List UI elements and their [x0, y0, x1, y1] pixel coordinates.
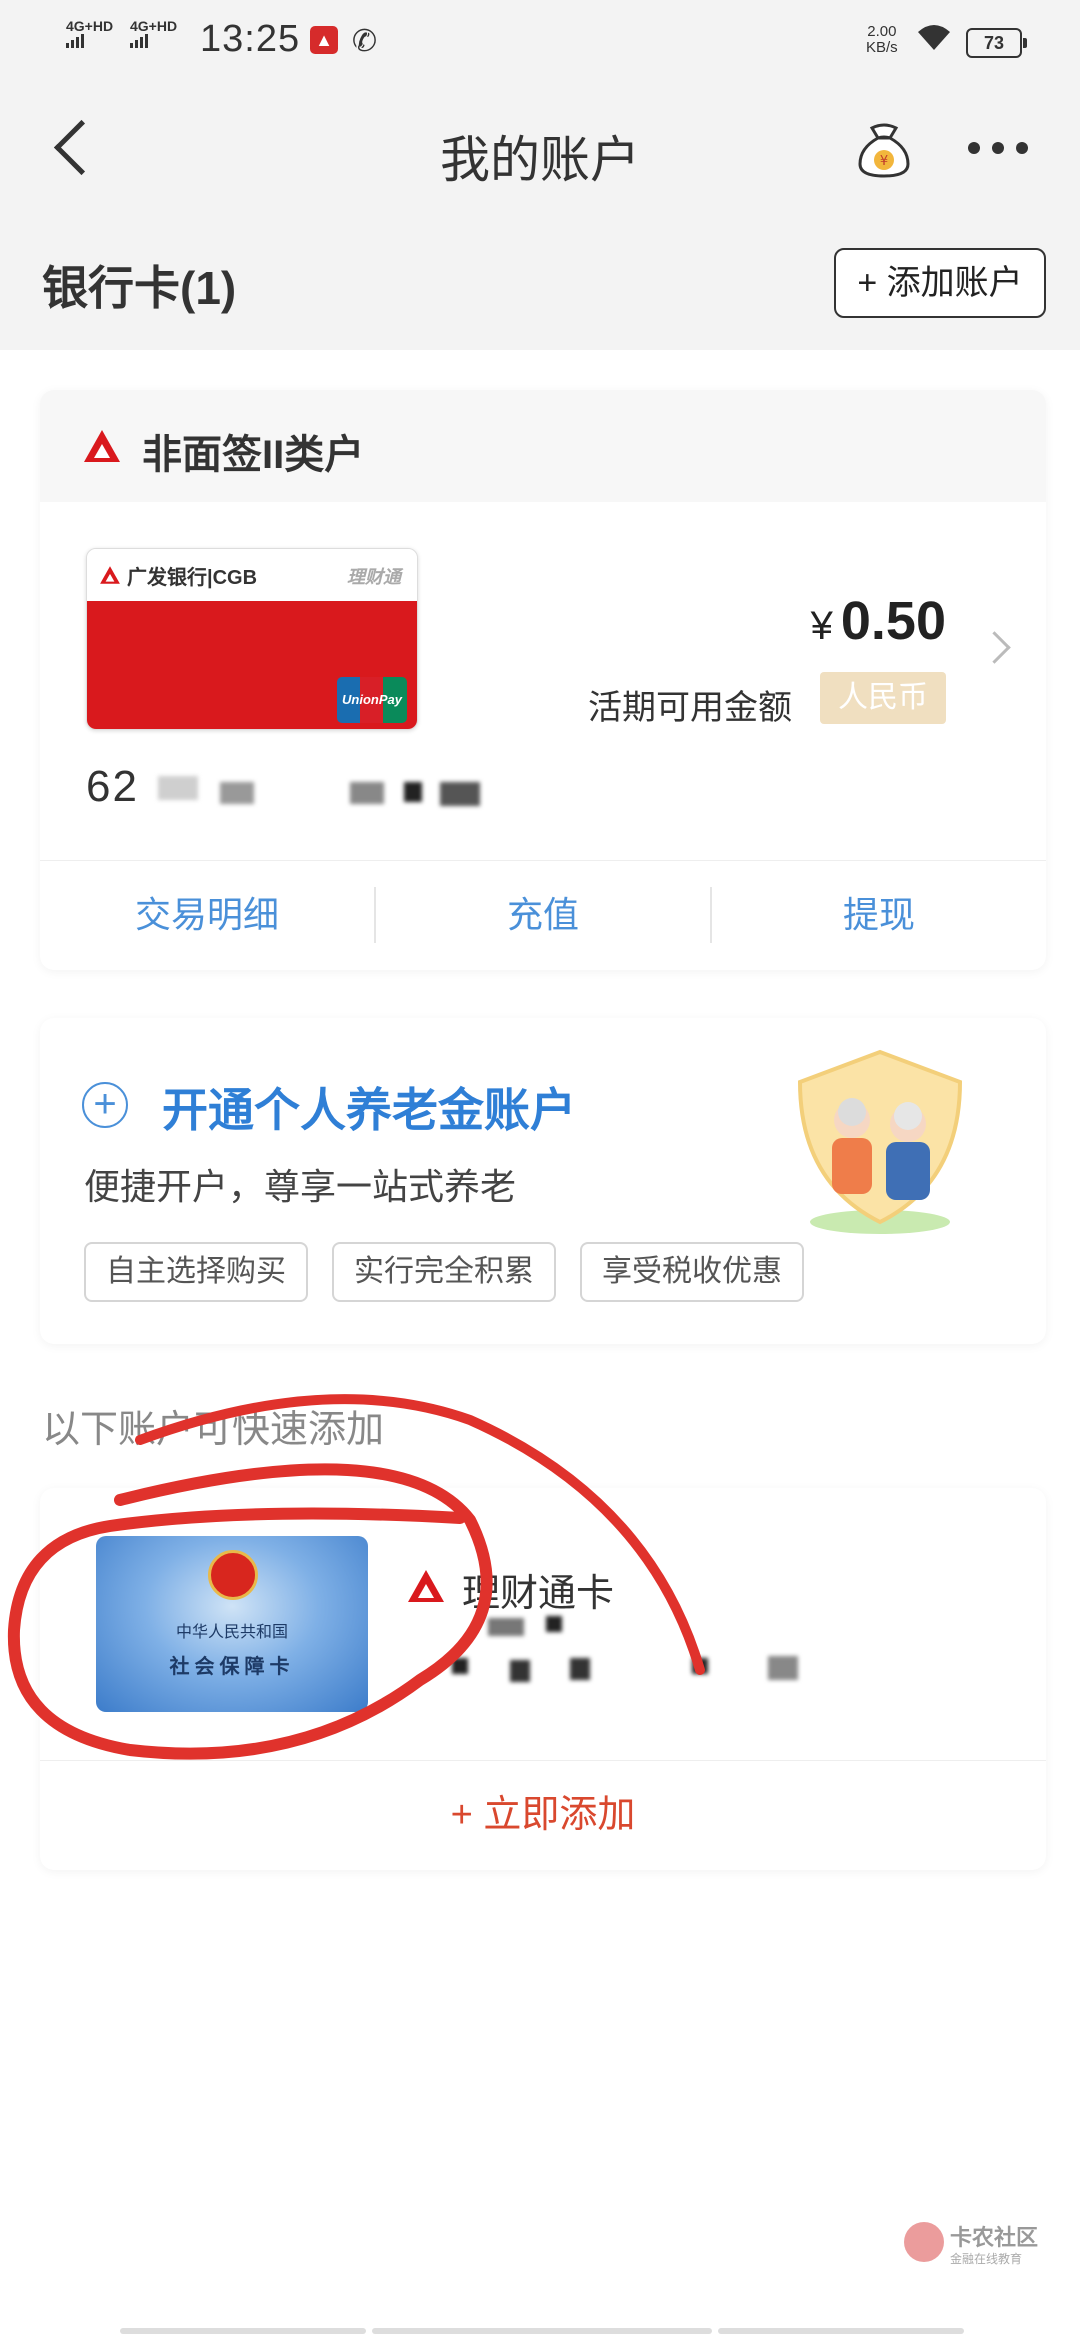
pension-tag: 享受税收优惠: [580, 1242, 804, 1302]
wifi-icon: [916, 22, 952, 61]
nav-bar: 我的账户 ¥: [0, 90, 1080, 210]
amount-value: 0.50: [840, 591, 946, 651]
call-icon: ✆: [352, 25, 378, 58]
battery-indicator: 73: [966, 28, 1027, 58]
national-emblem-icon: [208, 1550, 258, 1600]
network-speed: 2.00 KB/s: [866, 24, 898, 56]
pension-tag: 自主选择购买: [84, 1242, 308, 1302]
balance-amount: ¥0.50: [811, 590, 946, 652]
quick-add-label: 以下账户可快速添加: [42, 1409, 385, 1451]
masked-digits: [570, 1658, 590, 1680]
masked-digits: [440, 782, 480, 806]
card-bank-name: 广发银行|CGB: [127, 566, 258, 589]
more-options-icon[interactable]: [968, 142, 1028, 154]
balance-label: 活期可用金额: [588, 689, 792, 727]
card-country-text: 中华人民共和国: [175, 1624, 288, 1641]
speed-unit: KB/s: [866, 39, 898, 56]
card-product-label: 理财通: [347, 567, 401, 587]
masked-digits: [692, 1658, 708, 1674]
page-title: 我的账户: [440, 132, 640, 188]
bank-logo-icon: [408, 1570, 444, 1602]
gesture-bar: [718, 2328, 964, 2334]
add-now-button[interactable]: + 立即添加: [40, 1760, 1046, 1870]
currency-badge: 人民币: [820, 672, 946, 724]
pension-tags: 自主选择购买 实行完全积累 享受税收优惠: [84, 1242, 804, 1302]
account-type-title: 非面签II类户: [142, 433, 365, 477]
bank-logo-icon: [84, 430, 120, 462]
card-type-text: 社会保障卡: [169, 1656, 295, 1678]
social-security-card-image: 中华人民共和国 社会保障卡: [96, 1536, 368, 1712]
gesture-bar: [372, 2328, 712, 2334]
masked-digits: [220, 782, 254, 804]
transaction-details-button[interactable]: 交易明细: [40, 860, 374, 970]
masked-digits: [488, 1618, 524, 1636]
quick-account-title: 理财通卡: [462, 1573, 615, 1615]
app-notification-icon: ▲: [310, 26, 338, 54]
signal-label-2: 4G+HD: [130, 18, 178, 34]
bank-cards-title: 银行卡(1): [42, 262, 237, 314]
gesture-bar: [120, 2328, 366, 2334]
masked-digits: [768, 1656, 798, 1680]
elderly-couple-shield-illustration: [797, 1049, 963, 1234]
pension-title[interactable]: 开通个人养老金账户: [162, 1074, 576, 1140]
account-card-panel[interactable]: 非面签II类户 广发银行|CGB 理财通 UnionPay 银联 62 ¥0.5…: [40, 390, 1046, 970]
plus-circle-icon: +: [82, 1082, 128, 1128]
cgb-logo-icon: [100, 566, 120, 584]
watermark: 卡农社区 金融在线教育: [904, 2214, 1044, 2284]
watermark-slogan: 金融在线教育: [950, 2252, 1023, 2266]
pension-tag: 实行完全积累: [332, 1242, 556, 1302]
money-bag-icon[interactable]: ¥: [852, 120, 916, 180]
masked-digits: [546, 1616, 562, 1632]
quick-add-panel[interactable]: 中华人民共和国 社会保障卡 理财通卡 + 立即添加: [40, 1488, 1046, 1870]
chevron-right-icon[interactable]: [978, 631, 1011, 664]
status-bar: 4G+HD 4G+HD 13:25 ▲ ✆ 2.00 KB/s 73: [0, 0, 1080, 80]
pension-account-panel[interactable]: + 开通个人养老金账户 便捷开户，尊享一站式养老 自主选择购买 实行完全积累 享…: [40, 1018, 1046, 1344]
masked-digits: [158, 776, 198, 800]
svg-text:¥: ¥: [880, 154, 888, 169]
withdraw-button[interactable]: 提现: [712, 860, 1046, 970]
signal-label-1: 4G+HD: [66, 18, 114, 34]
signal-indicator-1: 4G+HD: [66, 18, 113, 48]
masked-digits: [404, 782, 422, 802]
top-up-button[interactable]: 充值: [376, 860, 710, 970]
masked-digits: [510, 1660, 530, 1682]
add-account-button[interactable]: + 添加账户: [834, 248, 1046, 318]
card-number-visible: 62: [86, 762, 139, 811]
unionpay-logo: UnionPay 银联: [337, 677, 407, 723]
watermark-logo-icon: [904, 2222, 944, 2262]
pension-subtitle: 便捷开户，尊享一站式养老: [84, 1166, 517, 1207]
watermark-brand: 卡农社区: [950, 2225, 1039, 2250]
currency-symbol: ¥: [810, 604, 833, 648]
masked-digits: [452, 1658, 468, 1674]
account-actions: 交易明细 充值 提现: [40, 860, 1046, 970]
clock: 13:25: [200, 18, 301, 60]
bank-card-image: 广发银行|CGB 理财通 UnionPay 银联: [86, 548, 418, 730]
signal-indicator-2: 4G+HD: [130, 18, 177, 48]
card-number: 62: [86, 762, 139, 812]
speed-value: 2.00: [867, 23, 897, 40]
masked-digits: [350, 782, 384, 804]
screen: 4G+HD 4G+HD 13:25 ▲ ✆ 2.00 KB/s 73 我的账户 …: [0, 0, 1080, 2340]
